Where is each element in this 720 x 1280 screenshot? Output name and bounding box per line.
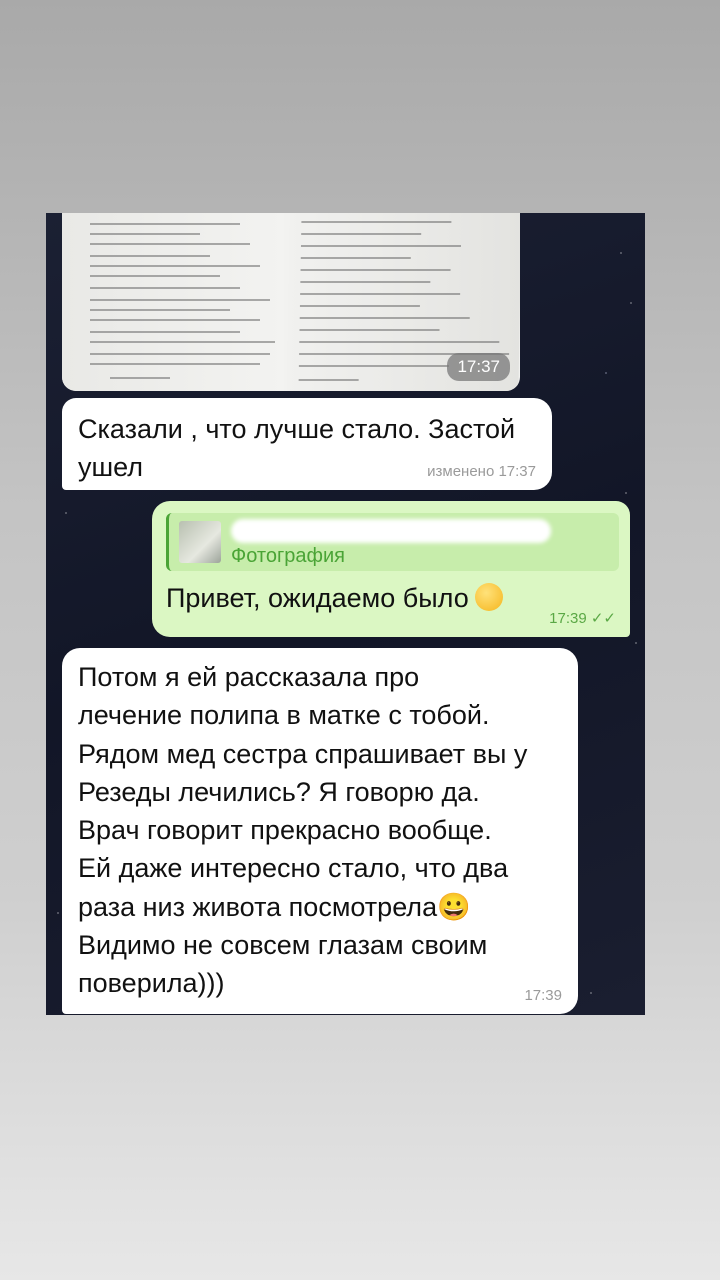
chat-screenshot: 17:37 Сказали , что лучше стало. Застой … <box>46 213 645 1015</box>
smiling-face-icon <box>474 583 503 611</box>
outgoing-reply-bubble[interactable]: Фотография Привет, ожидаемо было 17:39 ✓… <box>152 501 630 637</box>
message-timestamp: 17:39 <box>549 610 587 627</box>
read-checkmarks-icon: ✓✓ <box>590 610 616 627</box>
reply-quote[interactable]: Фотография <box>166 513 619 571</box>
photo-timestamp: 17:37 <box>447 353 510 381</box>
message-text-wrapper: Привет, ожидаемо было <box>166 583 503 614</box>
message-timestamp: 17:39 <box>524 987 562 1004</box>
quoted-photo-thumbnail <box>179 521 221 563</box>
message-meta: 17:39 ✓✓ <box>549 609 616 627</box>
quote-label: Фотография <box>231 545 345 567</box>
incoming-message-bubble-long[interactable]: Потом я ей рассказала про лечение полипа… <box>62 648 578 1014</box>
message-text: Привет, ожидаемо было <box>166 583 469 613</box>
document-photo-left <box>62 213 284 391</box>
message-edited-timestamp: изменено 17:37 <box>427 463 536 480</box>
message-text: Потом я ей рассказала про лечение полипа… <box>78 662 528 999</box>
photo-message[interactable]: 17:37 <box>62 213 520 391</box>
incoming-message-bubble[interactable]: Сказали , что лучше стало. Застой ушел и… <box>62 398 552 490</box>
redacted-sender-name <box>231 519 551 543</box>
